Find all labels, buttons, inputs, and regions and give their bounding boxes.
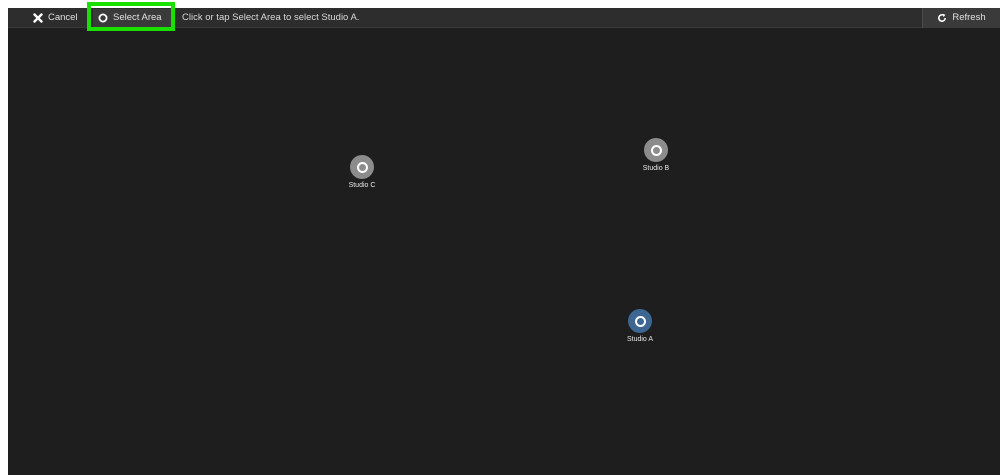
area-marker-icon	[644, 138, 668, 162]
cancel-button[interactable]: Cancel	[28, 9, 90, 27]
area-label: Studio A	[626, 336, 654, 343]
area-label: Studio B	[642, 165, 670, 172]
area-studio-a[interactable]: Studio A	[600, 309, 680, 343]
select-area-button[interactable]: Select Area	[93, 9, 173, 27]
area-studio-b[interactable]: Studio B	[616, 138, 696, 172]
instruction-text: Click or tap Select Area to select Studi…	[182, 12, 360, 23]
circle-icon	[98, 13, 108, 23]
area-studio-c[interactable]: Studio C	[322, 155, 402, 189]
refresh-icon	[937, 13, 947, 23]
area-map: Studio C Studio B Studio A	[8, 29, 1000, 475]
refresh-label: Refresh	[952, 12, 986, 23]
app-window: Cancel Select Area Click or tap Select A…	[8, 2, 1000, 475]
select-area-label: Select Area	[113, 12, 162, 23]
close-icon	[33, 13, 43, 23]
refresh-button[interactable]: Refresh	[922, 8, 1000, 28]
area-marker-icon	[350, 155, 374, 179]
area-label: Studio C	[348, 182, 376, 189]
area-marker-icon	[628, 309, 652, 333]
toolbar: Cancel Select Area Click or tap Select A…	[8, 2, 1000, 31]
cancel-label: Cancel	[48, 12, 78, 23]
